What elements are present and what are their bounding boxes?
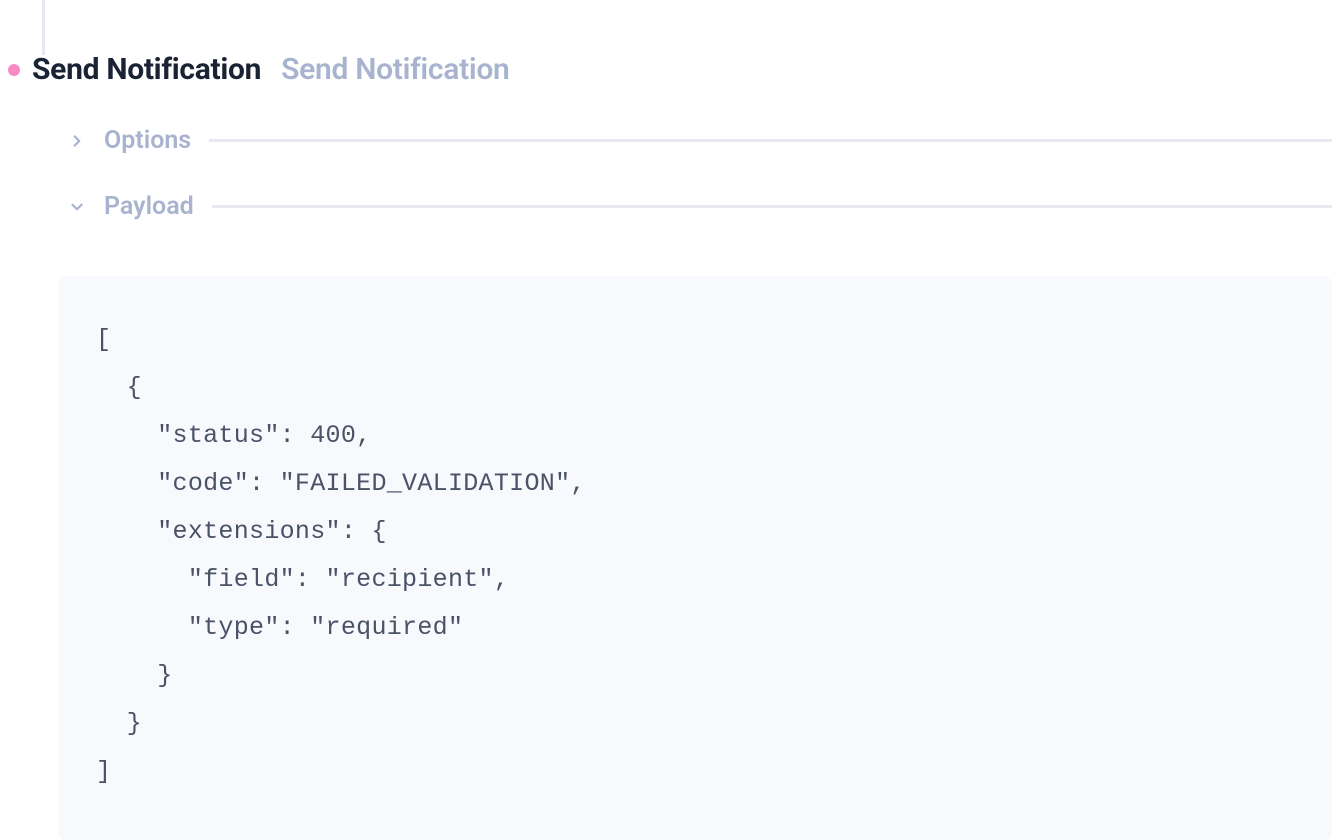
operation-header: Send Notification Send Notification	[8, 52, 510, 87]
timeline-connector	[42, 0, 45, 55]
chevron-right-icon	[68, 132, 86, 150]
section-divider	[212, 205, 1332, 208]
status-dot-icon	[8, 64, 20, 76]
section-label-options: Options	[104, 126, 191, 155]
section-header-options[interactable]: Options	[68, 126, 1332, 155]
chevron-down-icon	[68, 198, 86, 216]
payload-code-content: [ { "status": 400, "code": "FAILED_VALID…	[96, 316, 1294, 796]
operation-title-primary: Send Notification	[32, 52, 261, 87]
section-header-payload[interactable]: Payload	[68, 192, 1332, 221]
operation-title-secondary: Send Notification	[281, 52, 509, 87]
payload-code-block: [ { "status": 400, "code": "FAILED_VALID…	[58, 276, 1332, 840]
section-label-payload: Payload	[104, 192, 194, 221]
section-divider	[209, 139, 1332, 142]
